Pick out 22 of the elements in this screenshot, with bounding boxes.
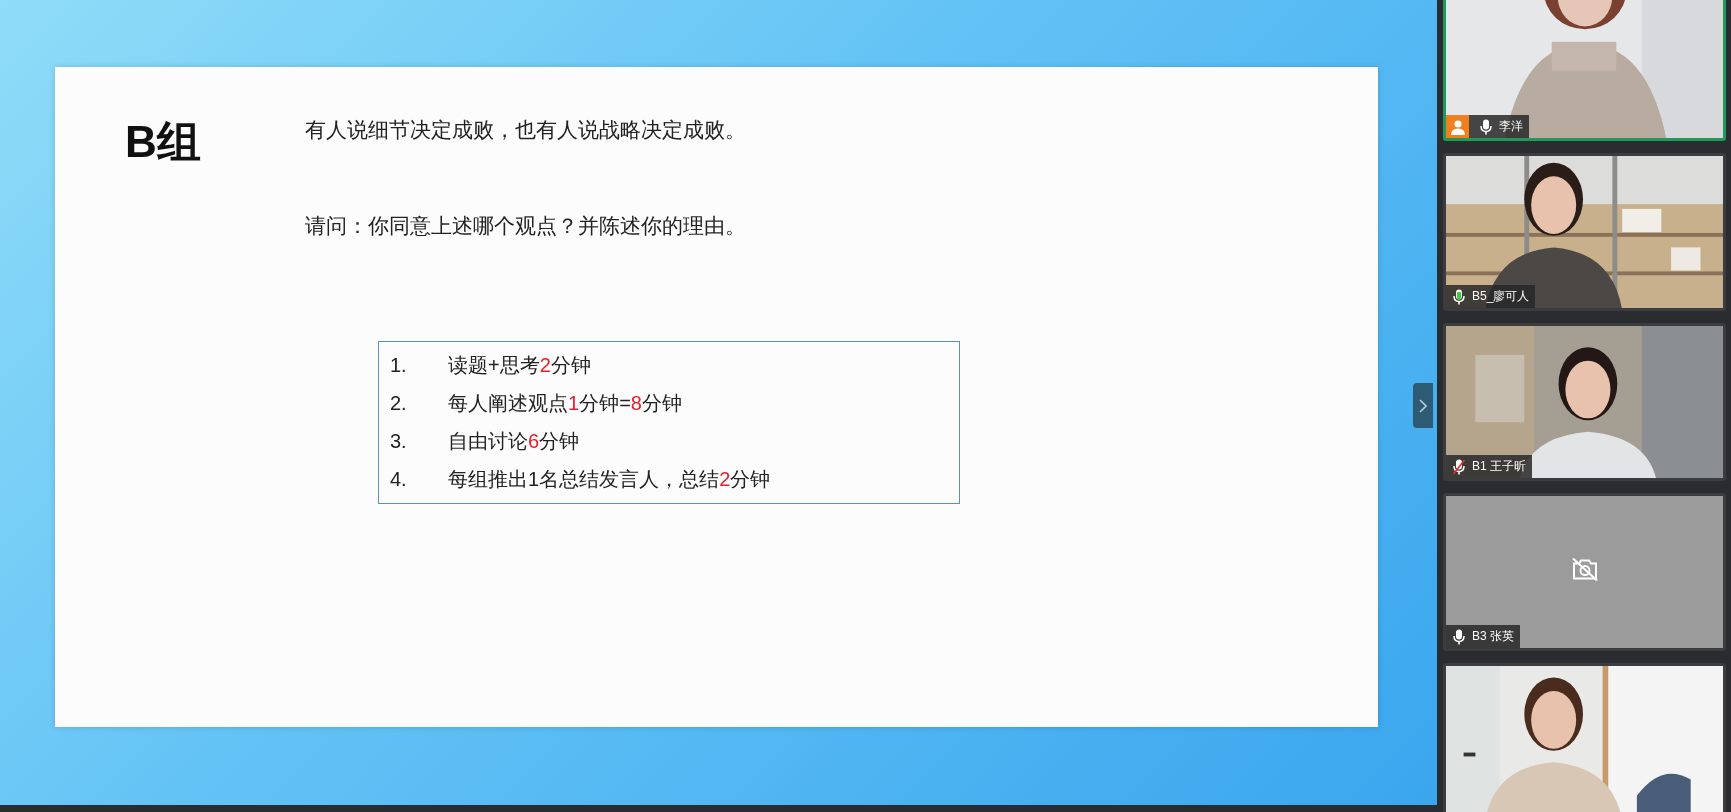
panel-collapse-button[interactable] <box>1413 383 1433 428</box>
camera-off-icon <box>1570 557 1599 582</box>
question-text: 请问：你同意上述哪个观点？并陈述你的理由。 <box>305 213 747 239</box>
chevron-right-icon <box>1419 398 1427 413</box>
step-text: 每组推出1名总结发言人，总结2分钟 <box>448 467 771 492</box>
step-text: 自由讨论6分钟 <box>448 429 580 454</box>
step-text: 读题+思考2分钟 <box>448 353 591 378</box>
slide-heading: B组 <box>125 117 201 167</box>
video-tile[interactable]: B3 张英 <box>1443 493 1726 651</box>
participant-name: 李洋 <box>1499 118 1523 135</box>
participant-name: B3 张英 <box>1472 628 1514 645</box>
question-text: 有人说细节决定成败，也有人说战略决定成败。 <box>305 117 747 143</box>
step-number: 4. <box>389 467 408 492</box>
step-text: 每人阐述观点1分钟=8分钟 <box>448 391 682 416</box>
step-number: 2. <box>389 391 408 416</box>
participant-name: B1 王子昕 <box>1472 458 1526 475</box>
video-tile[interactable]: 李洋 <box>1443 0 1726 141</box>
video-tile[interactable]: B1 王子昕 <box>1443 323 1726 481</box>
participant-name: B5_廖可人 <box>1472 288 1530 305</box>
step-number: 1. <box>389 353 408 378</box>
step-number: 3. <box>389 429 408 454</box>
video-tile[interactable]: B5_廖可人 <box>1443 153 1726 311</box>
